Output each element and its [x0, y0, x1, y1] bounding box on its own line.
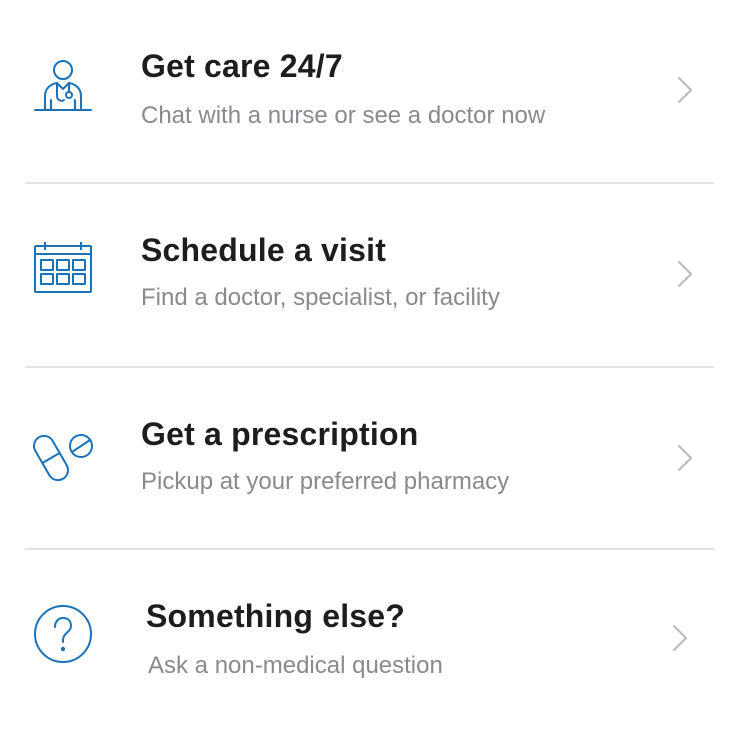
- calendar-icon: [31, 240, 95, 304]
- care-options-list: Get care 24/7 Chat with a nurse or see a…: [0, 0, 730, 724]
- chevron-right-icon: [675, 258, 695, 290]
- item-title: Get care 24/7: [141, 48, 343, 84]
- menu-item-get-prescription[interactable]: Get a prescription Pickup at your prefer…: [0, 368, 730, 552]
- doctor-icon: [31, 56, 95, 120]
- item-subtitle: Ask a non-medical question: [148, 652, 443, 679]
- pills-icon: [31, 424, 95, 488]
- question-icon: [31, 602, 95, 666]
- item-title: Schedule a visit: [141, 232, 387, 268]
- item-subtitle: Chat with a nurse or see a doctor now: [141, 102, 546, 129]
- item-subtitle: Find a doctor, specialist, or facility: [141, 284, 500, 311]
- menu-item-something-else[interactable]: Something else? Ask a non-medical questi…: [0, 550, 730, 734]
- menu-item-schedule-visit[interactable]: Schedule a visit Find a doctor, speciali…: [0, 184, 730, 368]
- menu-item-get-care[interactable]: Get care 24/7 Chat with a nurse or see a…: [0, 0, 730, 184]
- chevron-right-icon: [670, 622, 690, 654]
- item-subtitle: Pickup at your preferred pharmacy: [141, 468, 510, 495]
- item-title: Something else?: [146, 598, 406, 634]
- item-title: Get a prescription: [141, 416, 419, 452]
- chevron-right-icon: [675, 74, 695, 106]
- chevron-right-icon: [675, 442, 695, 474]
